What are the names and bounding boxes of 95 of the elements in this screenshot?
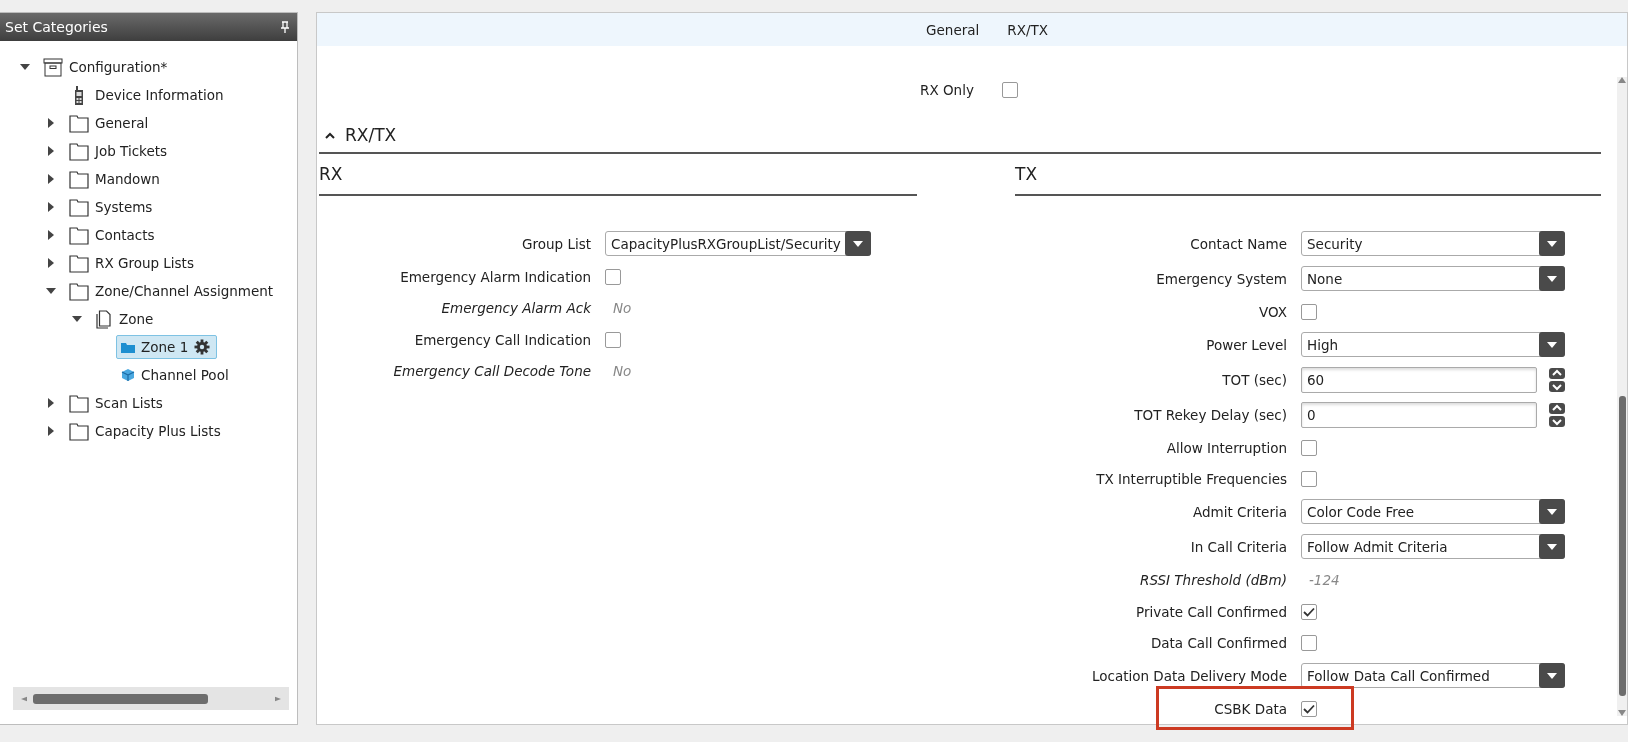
- field-label: Contact Name: [1190, 235, 1287, 252]
- collapse-chevron-icon[interactable]: [325, 131, 335, 139]
- field-label: VOX: [1259, 303, 1287, 320]
- caret-icon[interactable]: [853, 240, 863, 247]
- tree-item[interactable]: Contacts: [64, 221, 162, 249]
- number-field[interactable]: 60: [1301, 366, 1537, 393]
- nav-link[interactable]: RX/TX: [1007, 21, 1048, 38]
- tree-item[interactable]: Configuration*: [38, 53, 175, 81]
- dropdown-field[interactable]: Follow Admit Criteria: [1301, 534, 1565, 559]
- checkbox[interactable]: [1301, 303, 1317, 320]
- archive-box-icon: [43, 57, 63, 77]
- field-label: Emergency Alarm Ack: [441, 300, 591, 316]
- checkbox[interactable]: [1301, 470, 1317, 487]
- panel-title: Set Categories: [5, 19, 108, 35]
- field-label: TOT Rekey Delay (sec): [1134, 406, 1287, 423]
- field-label: CSBK Data: [1214, 700, 1287, 717]
- field-value: -124: [1308, 572, 1340, 588]
- scroll-arrow-icon[interactable]: [1618, 710, 1626, 716]
- nav-link[interactable]: General: [926, 21, 980, 38]
- field-label: Data Call Confirmed: [1150, 634, 1287, 651]
- spin-up-button[interactable]: [1549, 367, 1565, 379]
- field-value: No: [612, 300, 632, 316]
- vertical-scrollbar[interactable]: [1617, 77, 1627, 716]
- dropdown-field[interactable]: Security: [1301, 231, 1565, 256]
- column-title: TX: [1015, 164, 1038, 184]
- checkmark-icon: [1303, 606, 1315, 617]
- section-title: RX/TX: [345, 125, 397, 145]
- caret-icon[interactable]: [1547, 341, 1557, 348]
- horizontal-scrollbar[interactable]: [13, 687, 289, 710]
- field-label: TOT (sec): [1222, 371, 1287, 388]
- tree-item[interactable]: Zone/Channel Assignment: [64, 277, 281, 305]
- tree-item[interactable]: Zone: [90, 305, 161, 333]
- checkbox[interactable]: [1301, 634, 1317, 651]
- field-label: Group List: [522, 235, 591, 252]
- tree-item[interactable]: General: [64, 109, 156, 137]
- checkmark-icon: [1303, 703, 1315, 714]
- cube-icon: [121, 368, 135, 382]
- folder-icon: [69, 393, 89, 413]
- dropdown-field[interactable]: None: [1301, 266, 1565, 291]
- dropdown-field[interactable]: Follow Data Call Confirmed: [1301, 663, 1565, 688]
- field-label: Emergency Call Indication: [414, 331, 591, 348]
- caret-icon[interactable]: [1547, 275, 1557, 282]
- tree-item[interactable]: Device Information: [64, 81, 231, 109]
- checkbox[interactable]: [1001, 82, 1018, 98]
- field-label: Private Call Confirmed: [1136, 603, 1287, 620]
- field-label: Emergency Alarm Indication: [400, 268, 591, 285]
- field-label: Emergency Call Decode Tone: [393, 363, 591, 379]
- field-value: No: [612, 363, 632, 379]
- caret-icon[interactable]: [1547, 543, 1557, 550]
- tree-item[interactable]: Job Tickets: [64, 137, 175, 165]
- tree-item[interactable]: Systems: [64, 193, 160, 221]
- field-label: Location Data Delivery Mode: [1091, 667, 1287, 684]
- folder-icon: [121, 341, 135, 353]
- checkbox[interactable]: [1301, 439, 1317, 456]
- spin-down-button[interactable]: [1549, 415, 1565, 427]
- checkbox[interactable]: [605, 331, 621, 348]
- tree-item[interactable]: Zone 1: [116, 335, 218, 359]
- dropdown-field[interactable]: Color Code Free: [1301, 499, 1565, 524]
- field-label: RSSI Threshold (dBm): [1140, 572, 1287, 588]
- tree-item[interactable]: RX Group Lists: [64, 249, 201, 277]
- number-field[interactable]: 0: [1301, 401, 1537, 428]
- folder-icon: [69, 281, 89, 301]
- caret-icon[interactable]: [1547, 508, 1557, 515]
- folder-icon: [69, 253, 89, 273]
- checkbox[interactable]: [1301, 700, 1317, 717]
- documents-icon: [95, 309, 113, 329]
- dropdown-field[interactable]: CapacityPlusRXGroupList/Security: [605, 231, 871, 256]
- caret-icon[interactable]: [1547, 240, 1557, 247]
- pin-icon[interactable]: [281, 21, 289, 33]
- tree-item[interactable]: Mandown: [64, 165, 167, 193]
- scroll-arrow-icon[interactable]: [1618, 77, 1626, 83]
- field-label: TX Interruptible Frequencies: [1096, 470, 1287, 487]
- tree-item[interactable]: Capacity Plus Lists: [64, 417, 228, 445]
- folder-icon: [69, 421, 89, 441]
- dropdown-field[interactable]: High: [1301, 332, 1565, 357]
- folder-icon: [69, 197, 89, 217]
- spin-up-button[interactable]: [1549, 402, 1565, 414]
- checkbox[interactable]: [1301, 603, 1317, 620]
- caret-icon[interactable]: [1547, 672, 1557, 679]
- field-label: Allow Interruption: [1166, 439, 1287, 456]
- folder-icon: [69, 225, 89, 245]
- field-label: Power Level: [1206, 336, 1287, 353]
- spin-down-button[interactable]: [1549, 380, 1565, 392]
- folder-icon: [69, 113, 89, 133]
- field-label: Emergency System: [1156, 270, 1287, 287]
- folder-icon: [69, 141, 89, 161]
- tree-item[interactable]: Scan Lists: [64, 389, 170, 417]
- tree-item[interactable]: Channel Pool: [116, 363, 236, 387]
- field-label: RX Only: [920, 82, 974, 98]
- field-label: Admit Criteria: [1193, 503, 1287, 520]
- column-title: RX: [319, 164, 343, 184]
- field-label: In Call Criteria: [1190, 538, 1287, 555]
- checkbox[interactable]: [605, 268, 621, 285]
- settings-icon[interactable]: [194, 339, 211, 355]
- folder-icon: [69, 169, 89, 189]
